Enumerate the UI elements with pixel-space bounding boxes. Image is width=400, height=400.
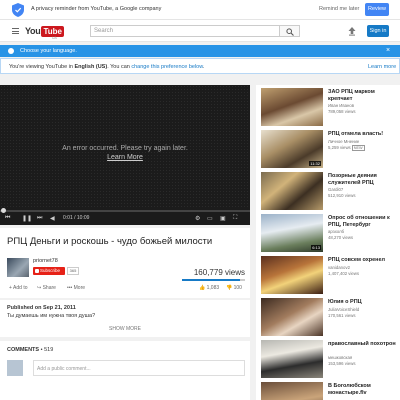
remind-later-link[interactable]: Remind me later [319,6,359,12]
video-player[interactable]: An error occurred. Please try again late… [0,85,250,225]
settings-icon[interactable]: ⚙ [195,215,200,222]
youtube-logo[interactable]: You Tube UA [25,25,64,40]
change-preference-link[interactable]: change this preference below [131,64,203,70]
masthead: You Tube UA Search Sign in [0,20,400,42]
fullscreen-icon[interactable]: ⛶ [233,215,237,222]
dislike-button[interactable]: 👎 100 [226,285,242,291]
volume-icon[interactable]: ◀ [50,215,55,222]
subscribe-button[interactable]: Subscribe [33,267,65,275]
player-learn-more-link[interactable]: Learn More [107,154,143,161]
recommended-item[interactable]: православный похотрон мешковская 153,596… [261,340,400,380]
learn-more-link[interactable]: Learn more [368,64,396,70]
player-error-message: An error occurred. Please try again late… [62,145,188,161]
subscriber-count: 365 [67,267,79,275]
channel-name[interactable]: priornet78 [33,258,58,264]
comments-header: COMMENTS • 519 [7,347,54,353]
video-thumbnail[interactable] [261,88,323,126]
close-icon[interactable]: × [386,47,390,54]
choose-language-text[interactable]: Choose your language. [20,48,77,54]
player-time: 0:01 / 10:09 [63,215,90,221]
recommended-item[interactable]: 11:32 РПЦ отмела власть! Личное Мнение 5… [261,130,400,170]
search-button[interactable] [280,25,300,37]
video-thumbnail[interactable] [261,298,323,336]
captions-icon[interactable]: ▭ [207,215,213,222]
logo-you-text: You [25,26,41,36]
previous-icon[interactable]: ⏮ [5,215,10,222]
recommended-item[interactable]: Юлия о РПЦ JuliaVoiceShield 170,561 view… [261,298,400,338]
menu-icon[interactable] [12,28,19,34]
miniplayer-icon[interactable]: ▣ [220,215,226,222]
video-thumbnail[interactable] [261,256,323,294]
add-to-button[interactable]: + Add to [9,285,28,291]
recommended-item[interactable]: ЗАО РПЦ марком крепчает Иван Иванов 789,… [261,88,400,128]
user-avatar [7,360,23,376]
comment-input[interactable]: Add a public comment... [33,360,245,376]
recommended-item[interactable]: В Боголюбском монастыре.flv [261,382,400,400]
new-badge: NEW [351,145,365,151]
publish-date: Published on Sep 21, 2011 [7,305,76,311]
progress-bar[interactable] [0,208,250,213]
share-button[interactable]: ↪ Share [37,285,56,291]
view-count: 160,779 views [193,268,245,277]
language-bar: Choose your language. × [0,45,400,57]
video-thumbnail[interactable] [261,172,323,210]
video-title: РПЦ Деньги и роскошь - чудо божьей милос… [7,236,213,247]
progress-knob[interactable] [1,208,6,213]
upload-icon[interactable] [347,26,357,36]
sentiment-bar [182,279,245,281]
recommended-item[interactable]: 6:13 Опрос об отношении к РПЦ, Петербург… [261,214,400,254]
search-input[interactable]: Search [90,25,280,37]
privacy-reminder-text: A privacy reminder from YouTube, a Googl… [31,6,162,12]
like-button[interactable]: 👍 1,083 [199,285,219,291]
shield-icon [12,3,24,17]
recommended-item[interactable]: Позорные деяния служителей РПЦ Gardi07 5… [261,172,400,212]
language-notice-text: You're viewing YouTube in English (US). … [9,64,205,70]
next-icon[interactable]: ⏭ [37,215,42,222]
video-thumbnail[interactable] [261,382,323,400]
logo-country-code: UA [52,36,57,40]
more-button[interactable]: ••• More [67,285,85,291]
review-button[interactable]: Review [365,3,389,16]
logo-tube-text: Tube [41,25,64,37]
language-notice: You're viewing YouTube in English (US). … [0,58,400,74]
video-thumbnail[interactable] [261,340,323,378]
show-more-button[interactable]: SHOW MORE [0,326,250,332]
sign-in-button[interactable]: Sign in [367,25,389,37]
recommended-item[interactable]: РПЦ совсем охренел vanidanov2 1,407,402 … [261,256,400,296]
pause-icon[interactable]: ❚❚ [22,215,32,222]
globe-icon [8,48,14,54]
description-text: Ты думаешь им нужна твоя душа? [7,313,96,319]
search-icon [286,28,294,36]
privacy-reminder-bar: A privacy reminder from YouTube, a Googl… [0,0,400,20]
channel-avatar[interactable] [7,258,29,277]
